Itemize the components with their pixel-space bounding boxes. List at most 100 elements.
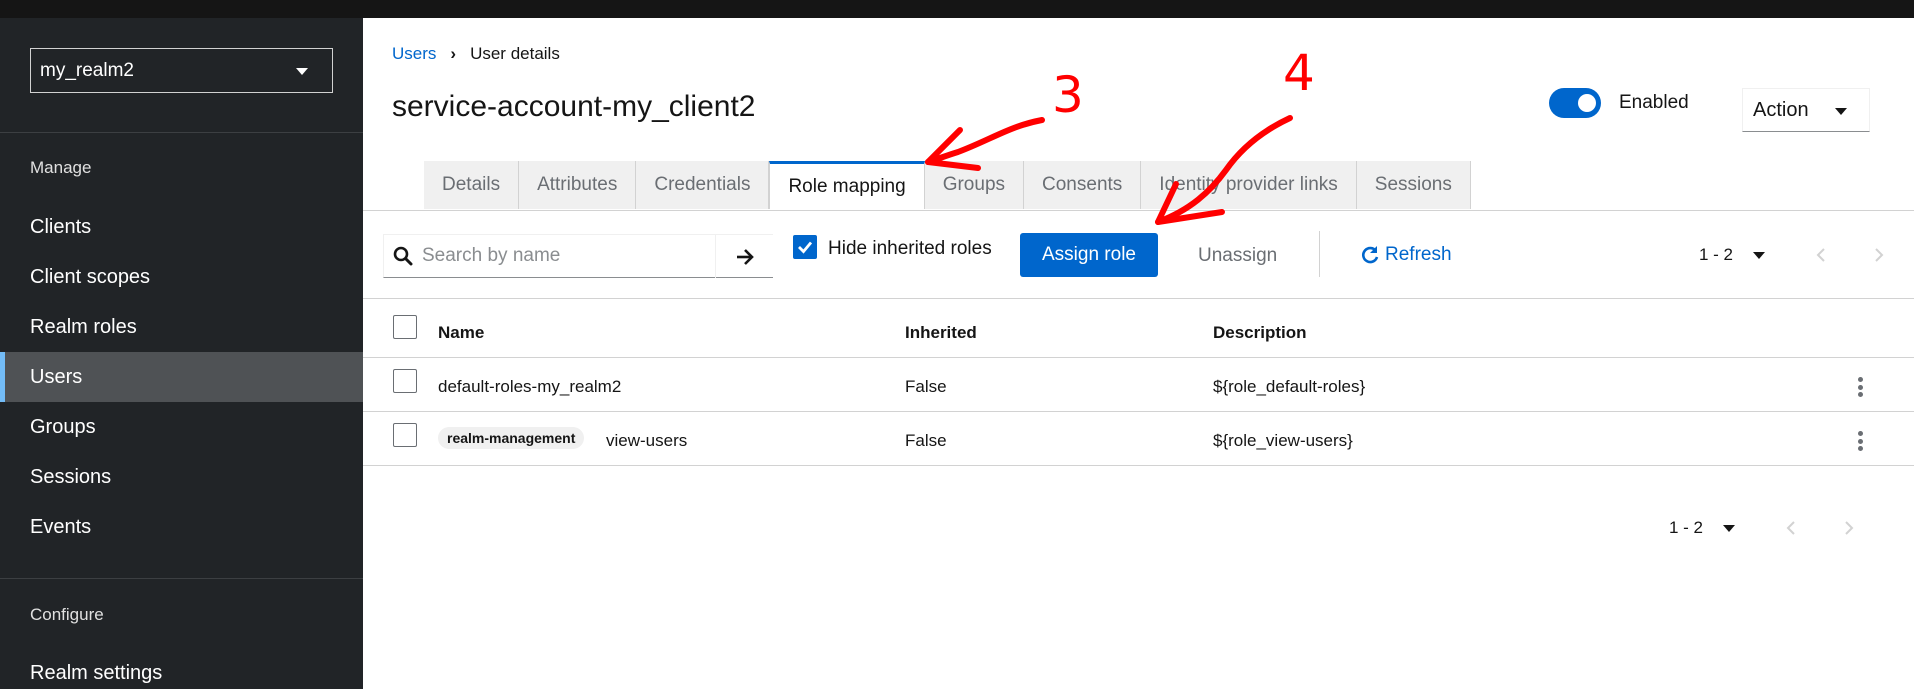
arrow-right-icon xyxy=(736,248,754,265)
row-actions-kebab-icon[interactable] xyxy=(1855,375,1865,399)
row-checkbox[interactable] xyxy=(393,369,417,393)
tab-bar-divider xyxy=(363,210,1914,211)
tab-attributes[interactable]: Attributes xyxy=(519,161,637,209)
sidebar-item-label: Clients xyxy=(30,215,92,238)
toolbar-bottom-divider xyxy=(363,298,1914,299)
breadcrumb-current: User details xyxy=(470,44,560,63)
search-input[interactable] xyxy=(422,245,712,267)
sidebar-section-manage: Manage xyxy=(30,158,92,177)
tab-role-mapping[interactable]: Role mapping xyxy=(769,161,925,209)
search-box xyxy=(383,234,773,278)
sidebar-item-label: Events xyxy=(30,515,92,538)
search-submit-button[interactable] xyxy=(715,235,773,278)
tab-credentials[interactable]: Credentials xyxy=(636,161,770,209)
next-page-button[interactable] xyxy=(1869,245,1889,265)
search-icon xyxy=(384,246,422,266)
column-header-inherited: Inherited xyxy=(905,323,977,342)
previous-page-button[interactable] xyxy=(1811,245,1831,265)
chevron-right-icon xyxy=(1875,248,1884,262)
refresh-icon xyxy=(1362,246,1379,264)
table-divider xyxy=(363,465,1914,466)
tab-label: Sessions xyxy=(1374,174,1452,195)
column-header-description: Description xyxy=(1213,323,1307,342)
tab-label: Consents xyxy=(1042,174,1123,195)
breadcrumb-users-link[interactable]: Users xyxy=(392,44,436,64)
pagination-bottom-toggle[interactable]: 1 - 2 xyxy=(1669,518,1736,538)
sidebar-item-label: Groups xyxy=(30,415,96,438)
role-description: ${role_default-roles} xyxy=(1213,377,1366,396)
tab-groups[interactable]: Groups xyxy=(924,161,1025,209)
sidebar-item-label: Realm settings xyxy=(30,661,163,684)
previous-page-button[interactable] xyxy=(1781,518,1801,538)
sidebar-item-label: Users xyxy=(30,365,83,388)
role-description: ${role_view-users} xyxy=(1213,431,1353,450)
caret-down-icon xyxy=(1753,251,1766,259)
role-inherited: False xyxy=(905,431,947,450)
annotation-number-3: 3 xyxy=(1052,66,1084,124)
checkmark-icon xyxy=(798,241,813,254)
top-bar xyxy=(0,0,1914,18)
main-content: Users › User details service-account-my_… xyxy=(363,18,1914,689)
enabled-toggle[interactable] xyxy=(1549,88,1601,118)
action-dropdown-label: Action xyxy=(1753,98,1809,121)
sidebar-item-label: Realm roles xyxy=(30,315,137,338)
enabled-toggle-label: Enabled xyxy=(1619,92,1689,113)
sidebar-section-configure: Configure xyxy=(30,605,104,624)
select-all-checkbox[interactable] xyxy=(393,315,417,339)
sidebar-item-client-scopes[interactable]: Client scopes xyxy=(0,252,363,302)
caret-down-icon xyxy=(1723,524,1736,532)
table-divider xyxy=(363,411,1914,412)
role-name: default-roles-my_realm2 xyxy=(438,377,622,396)
row-actions-kebab-icon[interactable] xyxy=(1855,429,1865,453)
pagination-count: 1 - 2 xyxy=(1699,245,1734,264)
column-header-name: Name xyxy=(438,323,485,342)
sidebar-item-realm-settings[interactable]: Realm settings xyxy=(0,648,363,689)
assign-role-button[interactable]: Assign role xyxy=(1020,233,1158,277)
tab-label: Identity provider links xyxy=(1159,174,1338,195)
unassign-button[interactable]: Unassign xyxy=(1198,245,1277,267)
action-dropdown[interactable]: Action xyxy=(1742,88,1870,132)
chevron-left-icon xyxy=(1816,248,1825,262)
sidebar-item-users[interactable]: Users xyxy=(0,352,363,402)
tab-label: Groups xyxy=(942,174,1006,195)
sidebar-item-label: Client scopes xyxy=(30,265,151,288)
sidebar-item-sessions[interactable]: Sessions xyxy=(0,452,363,502)
refresh-label: Refresh xyxy=(1385,244,1452,265)
realm-selector-value: my_realm2 xyxy=(40,59,134,81)
sidebar: my_realm2 Manage Clients Client scopes R… xyxy=(0,18,363,689)
sidebar-item-events[interactable]: Events xyxy=(0,502,363,552)
sidebar-item-realm-roles[interactable]: Realm roles xyxy=(0,302,363,352)
realm-selector[interactable]: my_realm2 xyxy=(30,48,333,93)
chevron-right-icon: › xyxy=(450,44,457,63)
client-badge: realm-management xyxy=(438,427,585,449)
caret-down-icon xyxy=(1835,108,1847,115)
hide-inherited-checkbox[interactable] xyxy=(793,235,817,259)
tab-identity-provider-links[interactable]: Identity provider links xyxy=(1141,161,1357,209)
tab-consents[interactable]: Consents xyxy=(1024,161,1142,209)
tab-label: Attributes xyxy=(537,174,618,195)
hide-inherited-label: Hide inherited roles xyxy=(828,238,992,259)
next-page-button[interactable] xyxy=(1839,518,1859,538)
role-inherited: False xyxy=(905,377,947,396)
row-checkbox[interactable] xyxy=(393,423,417,447)
page-title: service-account-my_client2 xyxy=(392,90,756,123)
annotation-number-4: 4 xyxy=(1283,44,1315,102)
tab-details[interactable]: Details xyxy=(424,161,520,209)
tab-label: Details xyxy=(442,174,501,195)
pagination-count: 1 - 2 xyxy=(1669,518,1704,537)
chevron-right-icon xyxy=(1845,521,1854,535)
sidebar-item-clients[interactable]: Clients xyxy=(0,202,363,252)
tab-bar: Details Attributes Credentials Role mapp… xyxy=(424,161,1471,209)
breadcrumb: Users › User details xyxy=(392,44,560,64)
tab-label: Role mapping xyxy=(788,175,906,197)
pagination-top-toggle[interactable]: 1 - 2 xyxy=(1699,245,1766,265)
refresh-button[interactable]: Refresh xyxy=(1360,244,1452,266)
tab-label: Credentials xyxy=(654,174,751,195)
table-divider xyxy=(363,357,1914,358)
sidebar-item-groups[interactable]: Groups xyxy=(0,402,363,452)
tab-sessions[interactable]: Sessions xyxy=(1356,161,1471,209)
sidebar-item-label: Sessions xyxy=(30,465,112,488)
sidebar-divider xyxy=(0,578,363,579)
caret-down-icon xyxy=(296,68,308,75)
role-name: view-users xyxy=(606,431,688,450)
